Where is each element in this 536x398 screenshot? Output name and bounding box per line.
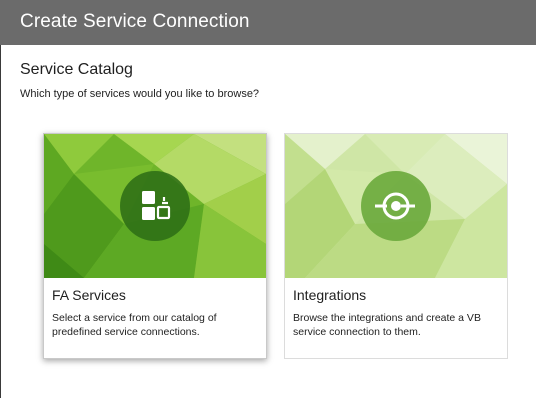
fa-services-icon-circle (120, 171, 190, 241)
card-title: FA Services (52, 287, 126, 303)
section-subtitle: Which type of services would you like to… (20, 88, 260, 100)
dialog-title-bar: Create Service Connection (0, 0, 536, 45)
card-description: Select a service from our catalog of pre… (52, 312, 217, 338)
integrations-banner (285, 134, 507, 278)
card-title: Integrations (293, 287, 367, 303)
integration-connector-icon (375, 192, 415, 220)
section-title: Service Catalog (20, 61, 133, 78)
fa-services-blocks-icon (142, 191, 171, 220)
window-left-edge (0, 45, 1, 398)
dialog-title: Create Service Connection (20, 11, 250, 32)
card-description: Browse the integrations and create a VB … (293, 312, 481, 338)
card-fa-services[interactable]: FA Services Select a service from our ca… (43, 133, 267, 359)
integrations-icon-circle (361, 171, 431, 241)
fa-services-banner (44, 134, 266, 278)
card-integrations[interactable]: Integrations Browse the integrations and… (284, 133, 508, 359)
